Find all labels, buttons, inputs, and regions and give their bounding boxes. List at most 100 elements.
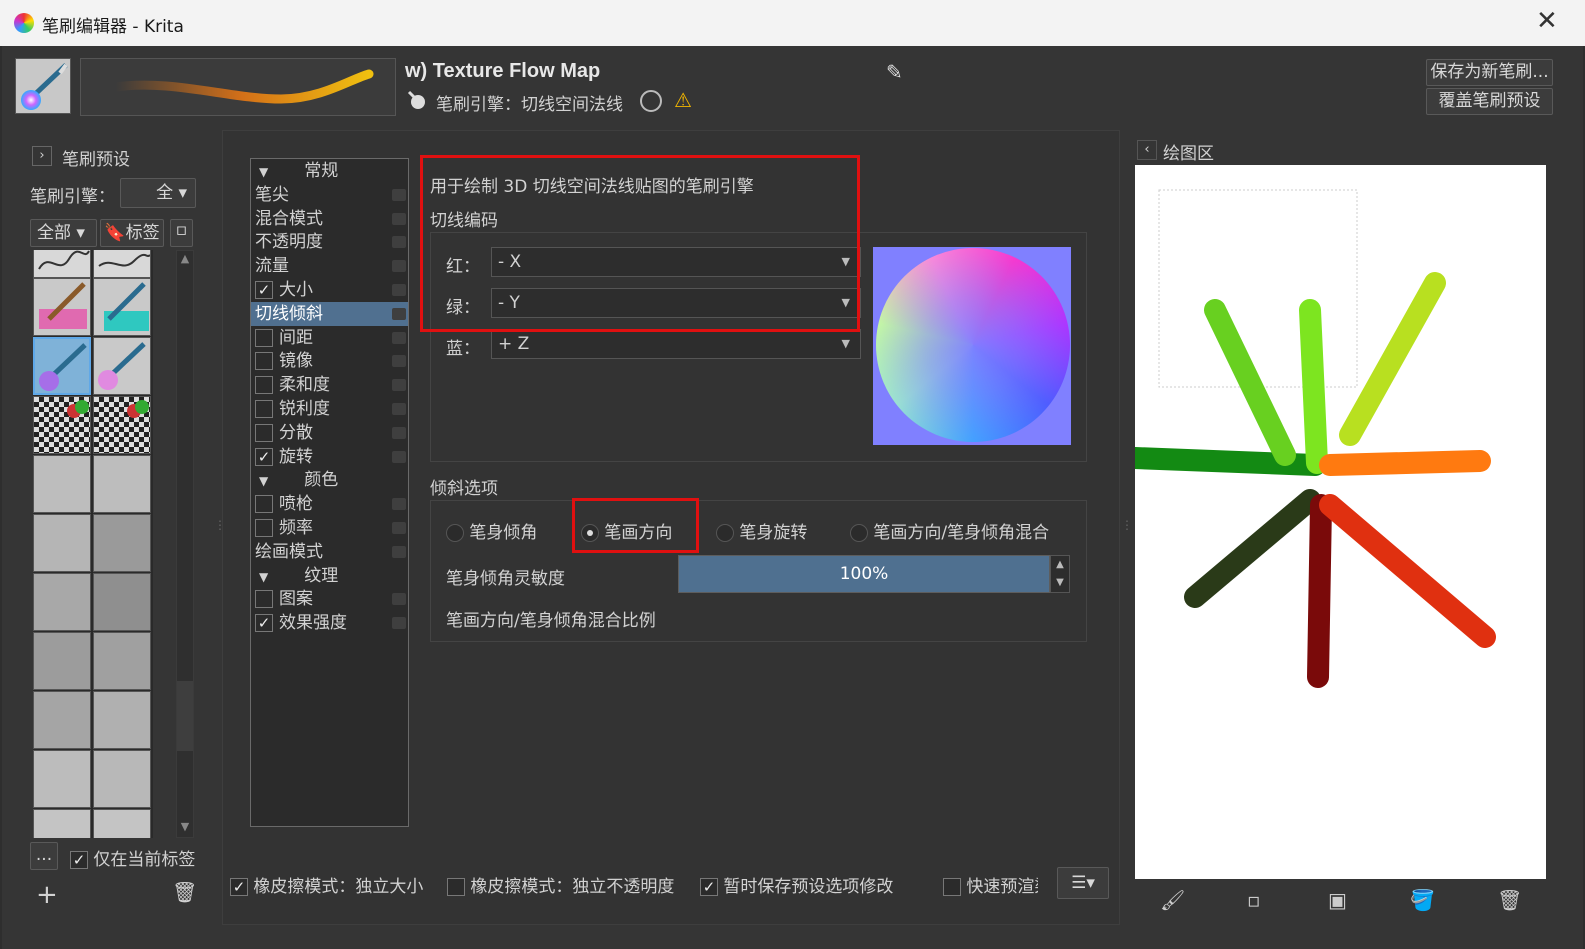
spin-up-icon[interactable]: ▲ xyxy=(1051,556,1069,574)
preset-tile[interactable] xyxy=(33,632,91,690)
eraser-opacity-checkbox[interactable] xyxy=(447,878,465,896)
tree-item-checkbox[interactable] xyxy=(255,590,273,609)
preset-tile[interactable] xyxy=(93,250,151,278)
add-preset-icon[interactable]: + xyxy=(36,880,58,910)
tilt-option-elevation[interactable]: 笔身倾角 xyxy=(446,518,537,543)
lock-icon[interactable] xyxy=(392,403,406,415)
lock-icon[interactable] xyxy=(392,617,406,630)
eraser-opacity-option[interactable]: 橡皮擦模式：独立不透明度 xyxy=(447,872,674,897)
more-options-button[interactable]: ... xyxy=(30,842,58,870)
preset-tile[interactable] xyxy=(33,691,91,749)
lock-icon[interactable] xyxy=(392,236,406,249)
lock-icon[interactable] xyxy=(392,593,406,606)
tree-item-checkbox[interactable]: ✓ xyxy=(255,614,273,633)
lock-icon[interactable] xyxy=(392,188,406,201)
preset-name[interactable]: w) Texture Flow Map xyxy=(405,60,600,83)
temp-save-checkbox[interactable]: ✓ xyxy=(700,878,718,896)
only-current-tag-toggle[interactable]: ✓ 仅在当前标签 xyxy=(70,845,200,870)
paint-bucket-icon[interactable]: 🪣 xyxy=(1410,888,1435,912)
lock-icon[interactable] xyxy=(392,522,406,534)
preset-tile[interactable] xyxy=(93,278,151,336)
clear-canvas-icon[interactable]: ▫ xyxy=(1247,888,1261,912)
preset-grid[interactable] xyxy=(33,250,153,838)
options-menu-button[interactable]: ☰▾ xyxy=(1057,867,1109,899)
preset-tile[interactable] xyxy=(93,514,151,572)
expand-triangle-icon[interactable]: ▼ xyxy=(259,474,268,488)
tree-item[interactable]: ✓ 旋转 xyxy=(251,445,408,469)
tree-item[interactable]: 混合模式 xyxy=(251,207,408,231)
preset-tile[interactable] xyxy=(33,750,91,808)
radio-elevation[interactable] xyxy=(446,524,464,542)
reload-icon[interactable] xyxy=(640,90,662,112)
preset-tile[interactable] xyxy=(33,250,91,278)
engine-filter-select[interactable]: 全 ▾ xyxy=(120,178,196,208)
lock-icon[interactable] xyxy=(392,426,406,439)
tree-item-checkbox[interactable]: ✓ xyxy=(255,281,273,299)
tree-item-checkbox[interactable] xyxy=(255,423,273,442)
tag-button[interactable]: 🔖标签 xyxy=(100,219,164,247)
preset-tile[interactable] xyxy=(93,396,151,454)
expand-triangle-icon[interactable]: ▼ xyxy=(259,165,268,179)
tree-item[interactable]: 图案 xyxy=(251,587,408,611)
lock-icon[interactable] xyxy=(392,498,406,511)
temp-save-option[interactable]: ✓ 暂时保存预设选项修改 xyxy=(700,872,893,897)
tree-item-checkbox[interactable]: ✓ xyxy=(255,447,273,466)
splitter-handle-icon[interactable]: ⋮ xyxy=(214,518,226,532)
scroll-down-icon[interactable]: ▼ xyxy=(176,820,194,833)
tree-item[interactable]: 喷枪 xyxy=(251,492,408,516)
tag-menu-icon[interactable]: ▫ xyxy=(170,219,193,247)
tree-item-checkbox[interactable] xyxy=(255,376,273,395)
tilt-option-mix[interactable]: 笔画方向/笔身倾角混合 xyxy=(850,518,1049,543)
fast-preview-option[interactable]: 快速预渲染 xyxy=(943,872,1038,897)
preset-thumbnail[interactable] xyxy=(15,58,71,114)
eraser-size-option[interactable]: ✓ 橡皮擦模式：独立大小 xyxy=(230,872,423,897)
tree-item[interactable]: 切线倾斜 xyxy=(251,301,408,326)
preset-tile[interactable] xyxy=(93,632,151,690)
preset-tile-selected[interactable] xyxy=(33,337,91,395)
tree-item[interactable]: 笔尖 xyxy=(251,183,408,207)
only-current-tag-checkbox[interactable]: ✓ xyxy=(70,851,88,869)
collapse-chevron-icon[interactable]: › xyxy=(32,146,52,166)
lock-icon[interactable] xyxy=(392,212,406,225)
tree-item[interactable]: 镜像 xyxy=(251,349,408,373)
spin-down-icon[interactable]: ▼ xyxy=(1051,574,1069,592)
fast-preview-checkbox[interactable] xyxy=(943,878,961,896)
preset-tile[interactable] xyxy=(33,396,91,454)
tree-item[interactable]: 流量 xyxy=(251,254,408,278)
sensitivity-slider[interactable]: 100% xyxy=(678,555,1050,593)
tilt-option-rotation[interactable]: 笔身旋转 xyxy=(716,518,807,543)
collapse-chevron-icon[interactable]: ‹ xyxy=(1137,140,1157,160)
preset-tile[interactable] xyxy=(33,514,91,572)
lock-icon[interactable] xyxy=(392,355,406,368)
tree-item-checkbox[interactable] xyxy=(255,352,273,371)
preset-tile[interactable] xyxy=(93,455,151,513)
tree-item[interactable]: 锐利度 xyxy=(251,397,408,421)
radio-mix[interactable] xyxy=(850,524,868,542)
lock-icon[interactable] xyxy=(392,379,406,392)
brush-fill-icon[interactable]: 🖌 xyxy=(1160,888,1185,912)
save-new-brush-button[interactable]: 保存为新笔刷... xyxy=(1426,59,1553,86)
tree-item-checkbox[interactable] xyxy=(255,495,273,514)
tag-filter-select[interactable]: 全部 ▾ xyxy=(30,219,97,247)
trash-icon[interactable]: 🗑 xyxy=(1497,888,1522,912)
preset-tile[interactable] xyxy=(93,337,151,395)
tree-item[interactable]: ✓ 效果强度 xyxy=(251,611,408,635)
tree-item[interactable]: ▼ 纹理 xyxy=(251,564,408,588)
tree-item[interactable]: 频率 xyxy=(251,516,408,540)
preset-tile[interactable] xyxy=(93,809,151,838)
preset-tile[interactable] xyxy=(33,455,91,513)
preset-tile[interactable] xyxy=(33,809,91,838)
tree-item[interactable]: ✓ 大小 xyxy=(251,278,408,302)
overwrite-preset-button[interactable]: 覆盖笔刷预设 xyxy=(1426,88,1553,115)
tree-item[interactable]: ▼ 常规 xyxy=(251,159,408,183)
lock-icon[interactable] xyxy=(392,260,406,273)
preset-tile[interactable] xyxy=(93,573,151,631)
close-icon[interactable]: ✕ xyxy=(1536,6,1558,36)
eraser-size-checkbox[interactable]: ✓ xyxy=(230,878,248,896)
preset-tile[interactable] xyxy=(33,278,91,336)
tree-item[interactable]: 不透明度 xyxy=(251,230,408,254)
preset-tile[interactable] xyxy=(93,750,151,808)
tree-item[interactable]: 分散 xyxy=(251,421,408,445)
radio-rotation[interactable] xyxy=(716,524,734,542)
tree-item[interactable]: 柔和度 xyxy=(251,373,408,397)
